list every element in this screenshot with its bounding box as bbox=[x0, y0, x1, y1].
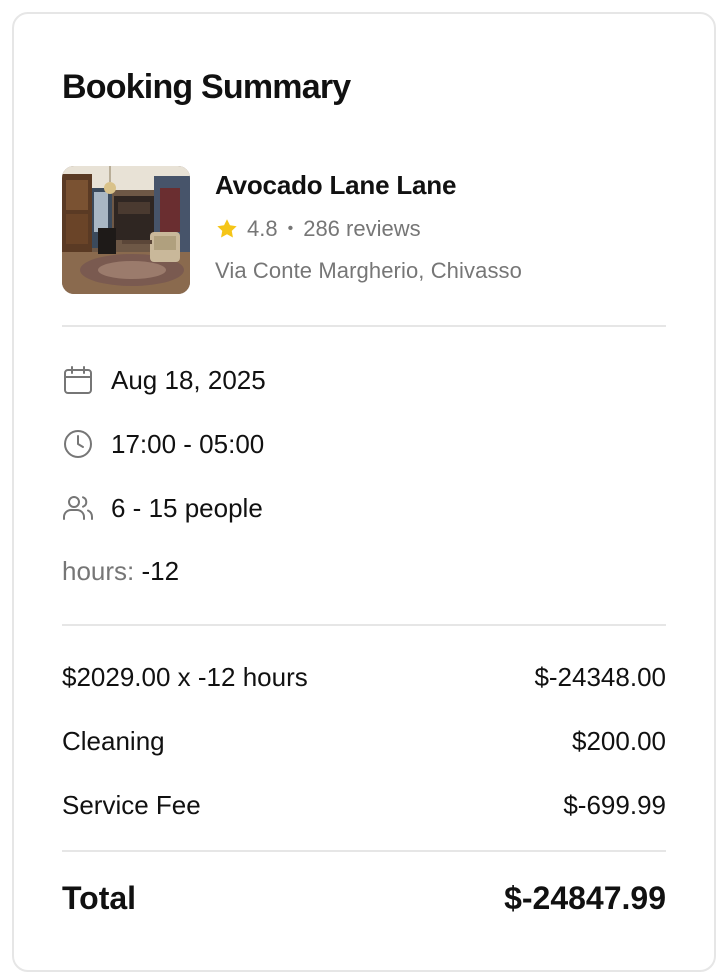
cleaning-fee-line: Cleaning $200.00 bbox=[62, 726, 666, 757]
page-title: Booking Summary bbox=[62, 68, 351, 106]
calendar-icon bbox=[62, 364, 94, 396]
booking-date: Aug 18, 2025 bbox=[111, 364, 266, 395]
users-icon bbox=[62, 492, 94, 524]
time-row: 17:00 - 05:00 bbox=[62, 427, 264, 461]
hours-value: -12 bbox=[141, 556, 180, 586]
price-line-label: $2029.00 x -12 hours bbox=[62, 662, 308, 692]
total-row: Total $-24847.99 bbox=[62, 880, 666, 917]
rating-separator: • bbox=[287, 220, 294, 237]
hours-row: hours: -12 bbox=[62, 556, 179, 587]
divider bbox=[62, 325, 666, 327]
date-row: Aug 18, 2025 bbox=[62, 363, 266, 397]
total-value: $-24847.99 bbox=[504, 880, 666, 916]
venue-thumbnail bbox=[62, 166, 190, 294]
cleaning-fee-label: Cleaning bbox=[62, 726, 165, 756]
rating-row: 4.8 • 286 reviews bbox=[215, 216, 421, 242]
divider bbox=[62, 624, 666, 626]
rating-value: 4.8 bbox=[247, 216, 278, 241]
price-line: $2029.00 x -12 hours $-24348.00 bbox=[62, 662, 666, 693]
venue-address: Via Conte Margherio, Chivasso bbox=[215, 258, 522, 283]
star-icon bbox=[215, 217, 239, 241]
price-line-value: $-24348.00 bbox=[534, 662, 666, 692]
guests-row: 6 - 15 people bbox=[62, 491, 263, 525]
total-label: Total bbox=[62, 880, 137, 916]
clock-icon bbox=[62, 428, 94, 460]
cleaning-fee-value: $200.00 bbox=[572, 726, 666, 756]
service-fee-value: $-699.99 bbox=[563, 790, 666, 820]
hours-label: hours: bbox=[62, 556, 135, 586]
booking-time: 17:00 - 05:00 bbox=[111, 428, 265, 459]
venue-name[interactable]: Avocado Lane Lane bbox=[215, 170, 456, 201]
divider bbox=[62, 850, 666, 852]
service-fee-label: Service Fee bbox=[62, 790, 201, 820]
review-count[interactable]: 286 reviews bbox=[303, 216, 420, 242]
service-fee-line: Service Fee $-699.99 bbox=[62, 790, 666, 821]
guest-count: 6 - 15 people bbox=[111, 492, 263, 523]
